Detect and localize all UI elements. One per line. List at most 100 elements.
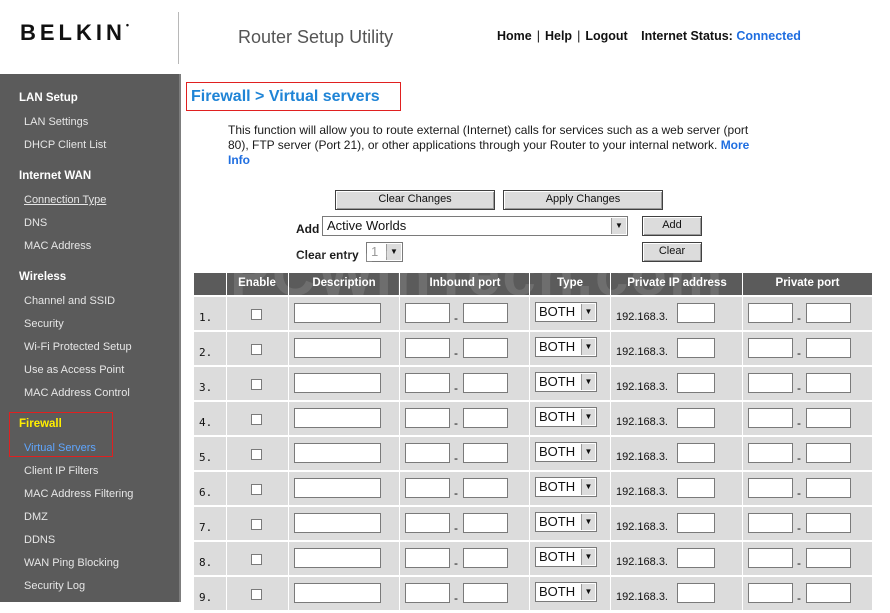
inbound-port-end-input[interactable] (463, 303, 508, 323)
logout-link[interactable]: Logout (585, 29, 627, 43)
description-input[interactable] (294, 443, 381, 463)
inbound-port-start-input[interactable] (405, 478, 450, 498)
description-input[interactable] (294, 303, 381, 323)
sidebar-item-channel-and-ssid[interactable]: Channel and SSID (24, 295, 115, 307)
private-port-start-input[interactable] (748, 373, 793, 393)
description-input[interactable] (294, 548, 381, 568)
enable-checkbox[interactable] (251, 414, 262, 425)
inbound-port-end-input[interactable] (463, 583, 508, 603)
enable-checkbox[interactable] (251, 589, 262, 600)
inbound-port-start-input[interactable] (405, 408, 450, 428)
private-ip-last-octet-input[interactable] (677, 548, 715, 568)
private-port-start-input[interactable] (748, 303, 793, 323)
type-select[interactable]: BOTH ▼ (535, 407, 597, 427)
home-link[interactable]: Home (497, 29, 532, 43)
add-service-select[interactable]: Active Worlds ▼ (322, 216, 628, 236)
sidebar-item-dhcp-client-list[interactable]: DHCP Client List (24, 139, 106, 151)
inbound-port-start-input[interactable] (405, 583, 450, 603)
description-input[interactable] (294, 478, 381, 498)
sidebar-item-client-ip-filters[interactable]: Client IP Filters (24, 465, 98, 477)
private-port-end-input[interactable] (806, 583, 851, 603)
inbound-port-start-input[interactable] (405, 513, 450, 533)
private-port-start-input[interactable] (748, 583, 793, 603)
row-number: 2. (199, 346, 213, 359)
private-port-start-input[interactable] (748, 338, 793, 358)
description-input[interactable] (294, 338, 381, 358)
sidebar-item-security[interactable]: Security (24, 318, 64, 330)
enable-checkbox[interactable] (251, 449, 262, 460)
sidebar-item-security-log[interactable]: Security Log (24, 580, 85, 592)
private-ip-last-octet-input[interactable] (677, 373, 715, 393)
clear-changes-button[interactable]: Clear Changes (335, 190, 495, 210)
private-ip-last-octet-input[interactable] (677, 583, 715, 603)
enable-checkbox[interactable] (251, 309, 262, 320)
enable-checkbox[interactable] (251, 554, 262, 565)
sidebar-item-wifi-protected-setup[interactable]: Wi-Fi Protected Setup (24, 341, 132, 353)
enable-checkbox[interactable] (251, 379, 262, 390)
inbound-port-end-input[interactable] (463, 478, 508, 498)
enable-checkbox[interactable] (251, 519, 262, 530)
type-select[interactable]: BOTH ▼ (535, 547, 597, 567)
private-port-start-input[interactable] (748, 478, 793, 498)
private-port-end-input[interactable] (806, 373, 851, 393)
inbound-port-end-input[interactable] (463, 548, 508, 568)
sidebar-item-ddns[interactable]: DDNS (24, 534, 55, 546)
add-button[interactable]: Add (642, 216, 702, 236)
inbound-port-start-input[interactable] (405, 548, 450, 568)
private-port-end-input[interactable] (806, 478, 851, 498)
type-select[interactable]: BOTH ▼ (535, 442, 597, 462)
private-port-end-input[interactable] (806, 513, 851, 533)
inbound-port-end-input[interactable] (463, 408, 508, 428)
help-link[interactable]: Help (545, 29, 572, 43)
sidebar-item-dns[interactable]: DNS (24, 217, 47, 229)
private-port-end-input[interactable] (806, 443, 851, 463)
type-select[interactable]: BOTH ▼ (535, 512, 597, 532)
description-input[interactable] (294, 513, 381, 533)
type-select[interactable]: BOTH ▼ (535, 337, 597, 357)
private-port-end-input[interactable] (806, 338, 851, 358)
private-port-start-input[interactable] (748, 513, 793, 533)
sidebar-item-mac-address-control[interactable]: MAC Address Control (24, 387, 130, 399)
type-select[interactable]: BOTH ▼ (535, 372, 597, 392)
sidebar-item-virtual-servers[interactable]: Virtual Servers (24, 442, 96, 454)
private-port-start-input[interactable] (748, 408, 793, 428)
private-port-end-input[interactable] (806, 303, 851, 323)
apply-changes-button[interactable]: Apply Changes (503, 190, 663, 210)
inbound-port-start-input[interactable] (405, 303, 450, 323)
inbound-port-start-input[interactable] (405, 443, 450, 463)
private-ip-last-octet-input[interactable] (677, 303, 715, 323)
inbound-port-end-input[interactable] (463, 338, 508, 358)
sidebar-item-mac-address-filtering[interactable]: MAC Address Filtering (24, 488, 133, 500)
inbound-port-end-input[interactable] (463, 513, 508, 533)
enable-checkbox[interactable] (251, 484, 262, 495)
sidebar-item-use-as-access-point[interactable]: Use as Access Point (24, 364, 124, 376)
sidebar-item-dmz[interactable]: DMZ (24, 511, 48, 523)
private-ip-last-octet-input[interactable] (677, 408, 715, 428)
sidebar-item-mac-address[interactable]: MAC Address (24, 240, 91, 252)
description-input[interactable] (294, 408, 381, 428)
type-select[interactable]: BOTH ▼ (535, 302, 597, 322)
private-ip-last-octet-input[interactable] (677, 513, 715, 533)
inbound-port-start-input[interactable] (405, 373, 450, 393)
private-ip-last-octet-input[interactable] (677, 478, 715, 498)
private-port-start-input[interactable] (748, 443, 793, 463)
sidebar-item-lan-settings[interactable]: LAN Settings (24, 116, 88, 128)
private-port-end-input[interactable] (806, 408, 851, 428)
private-ip-last-octet-input[interactable] (677, 443, 715, 463)
private-port-start-input[interactable] (748, 548, 793, 568)
sidebar-item-wan-ping-blocking[interactable]: WAN Ping Blocking (24, 557, 119, 569)
enable-checkbox[interactable] (251, 344, 262, 355)
description-input[interactable] (294, 583, 381, 603)
inbound-port-end-input[interactable] (463, 443, 508, 463)
clear-button[interactable]: Clear (642, 242, 702, 262)
inbound-port-start-input[interactable] (405, 338, 450, 358)
type-select[interactable]: BOTH ▼ (535, 477, 597, 497)
private-ip-last-octet-input[interactable] (677, 338, 715, 358)
sidebar-item-connection-type[interactable]: Connection Type (24, 194, 106, 206)
inbound-port-end-input[interactable] (463, 373, 508, 393)
clear-entry-select[interactable]: 1 ▼ (366, 242, 403, 262)
type-select[interactable]: BOTH ▼ (535, 582, 597, 602)
private-port-end-input[interactable] (806, 548, 851, 568)
add-service-value: Active Worlds (327, 218, 407, 233)
description-input[interactable] (294, 373, 381, 393)
